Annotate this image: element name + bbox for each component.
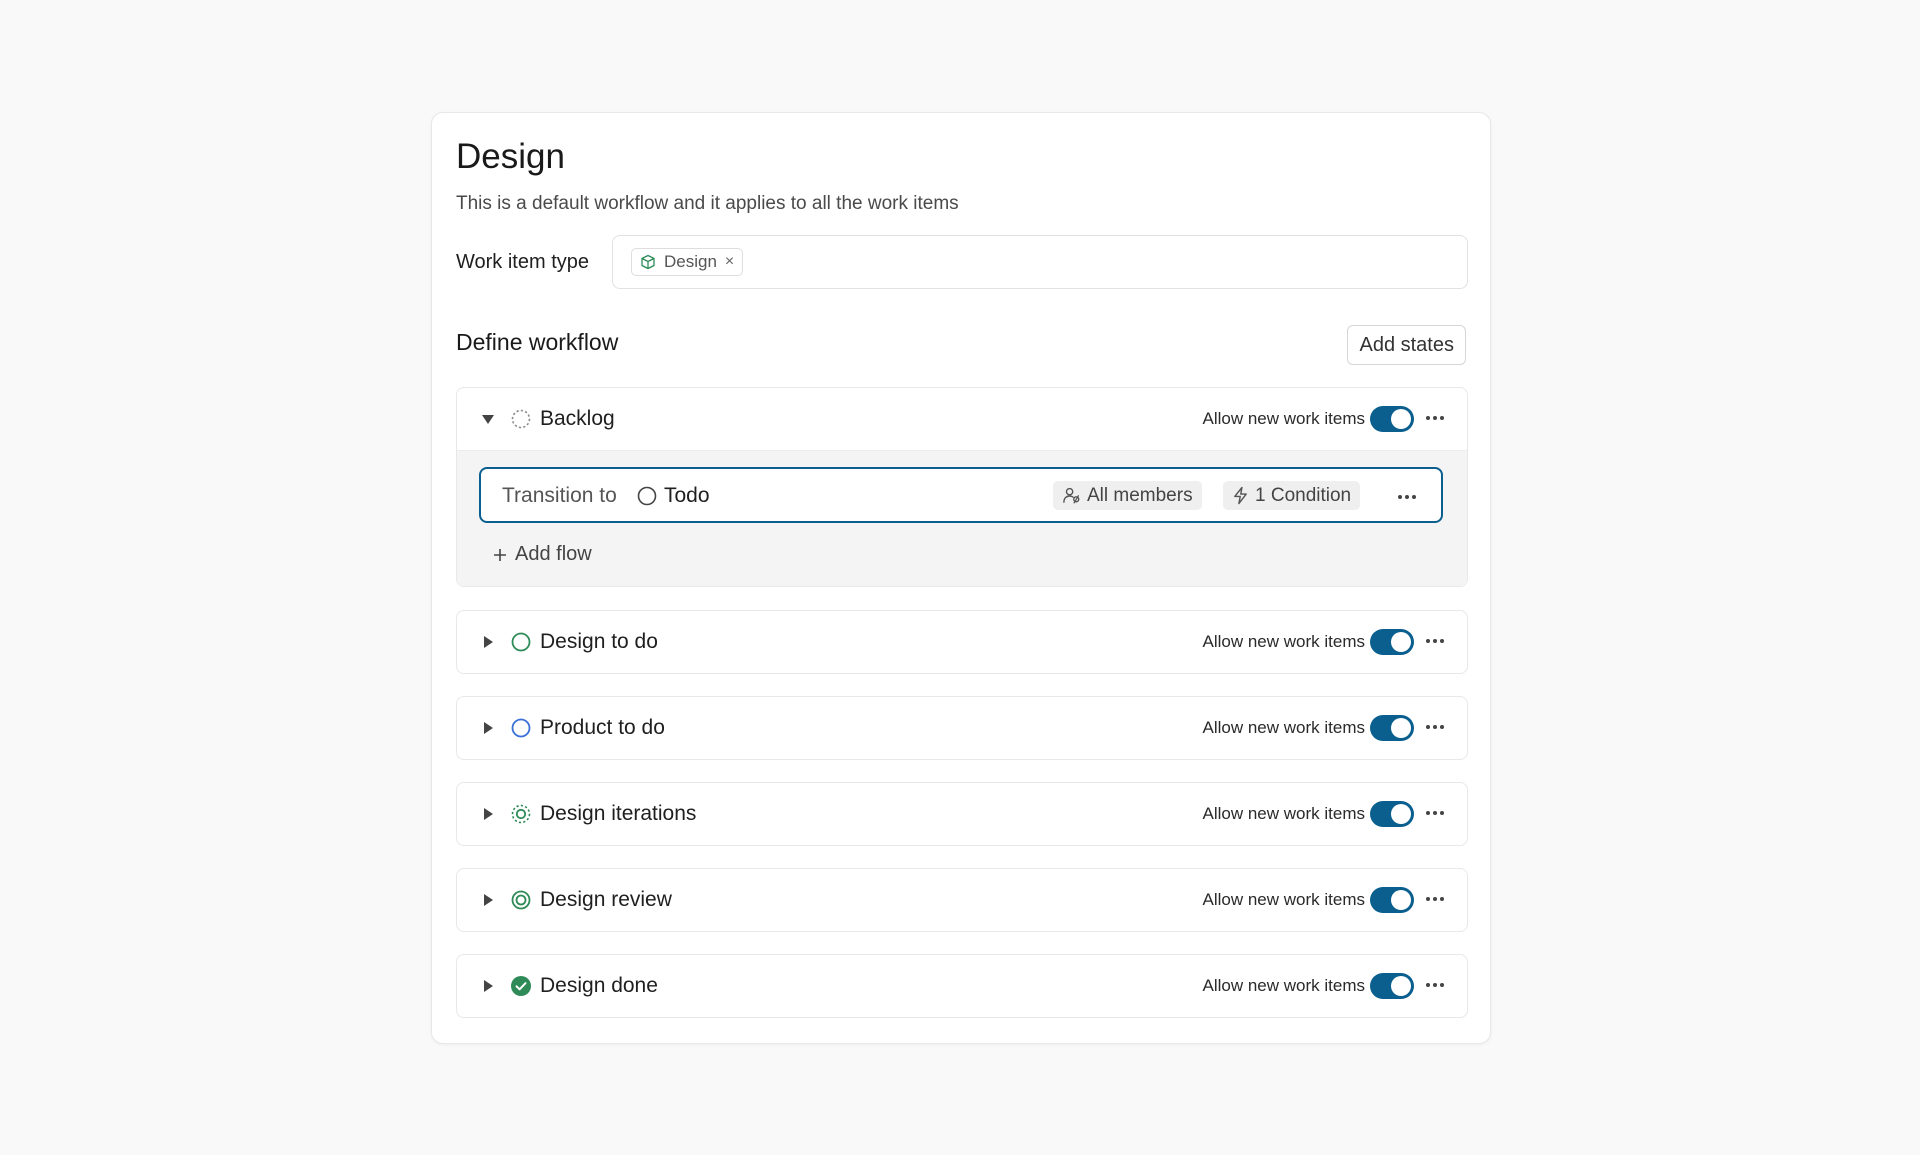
state-transitions-panel: Transition to Todo All members 1 Conditi… (457, 450, 1467, 586)
more-options-icon[interactable] (1423, 889, 1447, 909)
state-header[interactable]: Design done Allow new work items (457, 955, 1467, 1017)
caret-down-icon[interactable] (481, 410, 495, 428)
add-flow-button[interactable]: Add flow (493, 543, 592, 566)
allow-new-items-label: Allow new work items (1202, 890, 1366, 909)
chip-remove-icon[interactable]: × (725, 253, 734, 271)
state-header[interactable]: Backlog Allow new work items (457, 388, 1467, 450)
state-design-iterations: Design iterations Allow new work items (456, 782, 1468, 846)
completed-check-icon (511, 976, 531, 996)
transition-more-icon[interactable] (1395, 487, 1419, 507)
allow-new-items-toggle[interactable] (1370, 973, 1414, 999)
state-name: Design review (540, 888, 672, 911)
state-design-to-do: Design to do Allow new work items (456, 610, 1468, 674)
state-name: Design to do (540, 630, 658, 653)
work-item-type-label: Work item type (456, 251, 589, 273)
state-backlog: Backlog Allow new work items Transition … (456, 387, 1468, 587)
backlog-dashed-circle-icon (511, 409, 531, 429)
members-pill[interactable]: All members (1053, 481, 1202, 510)
transition-row[interactable]: Transition to Todo All members 1 Conditi… (479, 467, 1443, 523)
allow-new-items-toggle[interactable] (1370, 801, 1414, 827)
state-product-to-do: Product to do Allow new work items (456, 696, 1468, 760)
define-workflow-title: Define workflow (456, 329, 619, 355)
unstarted-circle-icon (511, 718, 531, 738)
work-item-type-field[interactable]: Design × (612, 235, 1468, 289)
add-flow-label: Add flow (515, 543, 592, 565)
members-label: All members (1087, 484, 1193, 506)
transition-label: Transition to (502, 484, 617, 507)
review-circle-icon (511, 890, 531, 910)
state-name: Design iterations (540, 802, 697, 825)
chip-label: Design (664, 252, 717, 271)
workflow-card: Design This is a default workflow and it… (431, 112, 1491, 1044)
plus-icon (494, 548, 506, 561)
condition-pill[interactable]: 1 Condition (1223, 481, 1361, 510)
lightning-icon (1234, 486, 1247, 505)
condition-label: 1 Condition (1255, 484, 1352, 506)
state-design-review: Design review Allow new work items (456, 868, 1468, 932)
allow-new-items-label: Allow new work items (1202, 804, 1366, 823)
allow-new-items-toggle[interactable] (1370, 887, 1414, 913)
allow-new-items-toggle[interactable] (1370, 715, 1414, 741)
in-progress-circle-icon (511, 804, 531, 824)
allow-new-items-label: Allow new work items (1202, 409, 1366, 428)
state-name: Product to do (540, 716, 665, 739)
cube-icon (641, 254, 655, 270)
state-name: Backlog (540, 407, 615, 430)
more-options-icon[interactable] (1423, 975, 1447, 995)
state-header[interactable]: Product to do Allow new work items (457, 697, 1467, 759)
allow-new-items-label: Allow new work items (1202, 632, 1366, 651)
allow-new-items-toggle[interactable] (1370, 406, 1414, 432)
allow-new-items-label: Allow new work items (1202, 976, 1366, 995)
state-design-done: Design done Allow new work items (456, 954, 1468, 1018)
state-header[interactable]: Design review Allow new work items (457, 869, 1467, 931)
work-item-type-chip: Design × (631, 248, 744, 276)
caret-right-icon[interactable] (481, 891, 495, 909)
page-title: Design (456, 137, 565, 176)
state-name: Design done (540, 974, 658, 997)
more-options-icon[interactable] (1423, 717, 1447, 737)
state-header[interactable]: Design to do Allow new work items (457, 611, 1467, 673)
caret-right-icon[interactable] (481, 805, 495, 823)
caret-right-icon[interactable] (481, 719, 495, 737)
state-header[interactable]: Design iterations Allow new work items (457, 783, 1467, 845)
more-options-icon[interactable] (1423, 803, 1447, 823)
more-options-icon[interactable] (1423, 408, 1447, 428)
empty-circle-icon (637, 486, 657, 506)
more-options-icon[interactable] (1423, 631, 1447, 651)
page-description: This is a default workflow and it applie… (456, 193, 959, 214)
users-icon (1063, 487, 1080, 504)
unstarted-circle-icon (511, 632, 531, 652)
caret-right-icon[interactable] (481, 977, 495, 995)
caret-right-icon[interactable] (481, 633, 495, 651)
transition-target: Todo (664, 484, 710, 507)
allow-new-items-label: Allow new work items (1202, 718, 1366, 737)
add-states-button[interactable]: Add states (1347, 325, 1466, 365)
allow-new-items-toggle[interactable] (1370, 629, 1414, 655)
